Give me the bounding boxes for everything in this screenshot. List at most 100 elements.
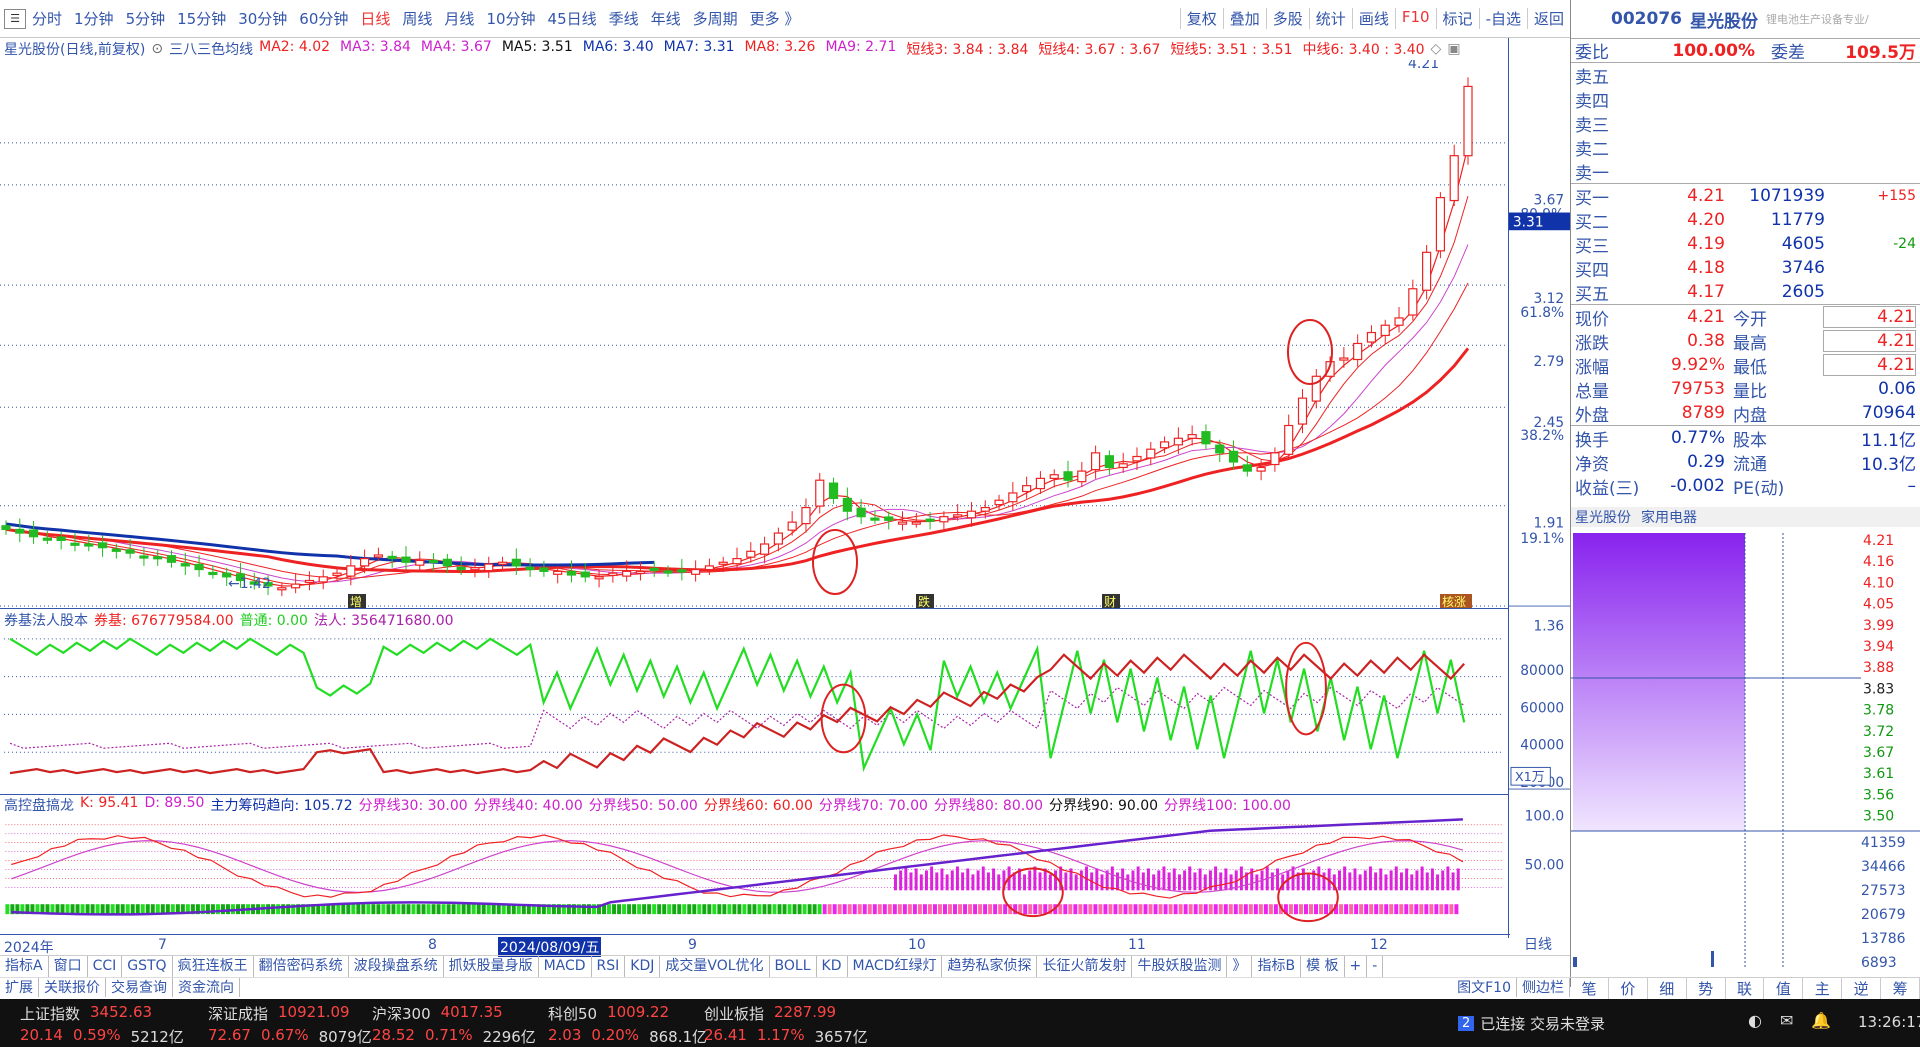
period-tab[interactable]: 60分钟 [299,8,348,29]
period-tab[interactable]: 周线 [402,8,432,29]
candle[interactable] [1077,470,1087,483]
indicator-tab[interactable]: MACD [539,956,592,977]
candle[interactable] [97,542,108,549]
candle[interactable] [1146,448,1156,459]
candle[interactable] [842,497,852,512]
candle[interactable] [42,537,52,541]
extension-tab[interactable]: 交易查询 [106,978,173,997]
event-marker[interactable]: 跌 [916,594,934,608]
indicator-tab[interactable]: 抓妖股量身版 [444,956,539,977]
candle[interactable] [304,579,315,584]
period-tab[interactable]: 日线 [360,8,390,29]
event-marker[interactable]: 财 [1102,594,1120,608]
indicator-tab[interactable]: 指标A [0,956,49,977]
candle[interactable] [1159,441,1170,449]
candle[interactable] [56,536,66,541]
candle[interactable] [1422,251,1432,291]
quote-tab[interactable]: 价 [1609,978,1648,999]
candle[interactable] [166,555,177,563]
candle[interactable] [870,517,880,521]
candle[interactable] [1256,466,1266,472]
kdj-chart[interactable] [0,794,1508,934]
tool-button[interactable]: 返回 [1526,8,1570,29]
quote-tab[interactable]: 筹 [1881,978,1920,999]
indicator-tab[interactable]: MACD红绿灯 [848,956,943,977]
candle[interactable] [718,561,728,565]
candle[interactable] [139,555,149,559]
candle[interactable] [553,570,563,575]
period-tab[interactable]: 多周期 [693,8,738,29]
candle[interactable] [387,555,397,560]
candle[interactable] [704,565,715,571]
candle[interactable] [773,532,783,545]
candle[interactable] [677,569,687,573]
quote-tab[interactable]: 势 [1687,978,1726,999]
market-index[interactable]: 深证成指 10921.09 72.67 0.67% 8079亿 [208,1003,372,1047]
candle[interactable] [622,570,632,577]
candle[interactable] [277,587,287,591]
candle[interactable] [346,565,356,577]
period-tab[interactable]: 更多 》 [750,8,800,29]
candle[interactable] [911,521,921,525]
candle[interactable] [401,556,411,563]
candle[interactable] [828,482,839,500]
market-index[interactable]: 创业板指 2287.99 26.41 1.17% 3657亿 [704,1003,868,1047]
candle[interactable] [1173,437,1183,446]
candle[interactable] [966,510,977,519]
buy-row[interactable]: 买五 4.17 2605 [1571,280,1920,305]
candle[interactable] [1104,455,1114,469]
candle[interactable] [111,548,121,552]
candle[interactable] [925,518,935,522]
candle[interactable] [1435,197,1446,252]
indicator-tab[interactable]: RSI [592,956,626,977]
mini-title-sector[interactable]: 家用电器 [1641,507,1697,527]
candle[interactable] [939,516,949,523]
quote-tab[interactable]: 值 [1764,978,1804,999]
indicator-tab[interactable]: CCI [88,956,123,977]
candle[interactable] [1187,434,1197,439]
indicator-tab[interactable]: KD [817,956,848,977]
candle[interactable] [291,583,301,589]
quote-tab[interactable]: 细 [1648,978,1687,999]
market-index[interactable]: 上证指数 3452.63 20.14 0.59% 5212亿 [20,1003,184,1047]
candle[interactable] [1284,424,1294,455]
candle[interactable] [153,556,163,560]
candle[interactable] [428,559,439,564]
tool-button[interactable]: 叠加 [1222,8,1266,29]
candle[interactable] [1449,155,1459,202]
candle[interactable] [691,568,701,575]
candle[interactable] [360,557,370,567]
candle[interactable] [649,567,659,572]
connection-status[interactable]: 2 已连接 交易未登录 [1458,1013,1605,1034]
candle[interactable] [318,576,328,583]
quote-tab[interactable]: 笔 [1570,978,1609,999]
indicator-tab[interactable]: 牛股妖股监测 [1132,956,1228,977]
tool-button[interactable]: 画线 [1351,8,1395,29]
date-axis-period[interactable]: 日线 [1510,934,1570,954]
buy-row[interactable]: 买二 4.20 11779 [1571,208,1920,233]
candle[interactable] [415,559,425,566]
quote-tab[interactable]: 主 [1803,978,1843,999]
quote-tab[interactable]: 逆 [1842,978,1882,999]
candle[interactable] [1201,431,1211,445]
tool-button[interactable]: 统计 [1308,8,1352,29]
candle[interactable] [470,567,480,571]
candle[interactable] [1228,450,1239,463]
candle[interactable] [1408,288,1418,316]
indicator-tab[interactable]: BOLL [770,956,817,977]
candle[interactable] [801,506,811,525]
candle[interactable] [787,521,797,531]
market-index[interactable]: 科创50 1009.22 2.03 0.20% 868.1亿 [548,1003,707,1047]
candle[interactable] [1270,452,1280,466]
candle[interactable] [594,576,604,580]
refresh-icon[interactable]: ◐ [1748,1011,1762,1030]
candle[interactable] [125,549,135,554]
period-tab[interactable]: 15分钟 [177,8,226,29]
candle[interactable] [1,525,11,531]
candle[interactable] [759,543,770,555]
period-tab[interactable]: 10分钟 [486,8,535,29]
candle[interactable] [70,542,80,546]
candle[interactable] [663,570,673,574]
candle[interactable] [332,572,342,576]
indicator-tab[interactable]: 窗口 [49,956,88,977]
